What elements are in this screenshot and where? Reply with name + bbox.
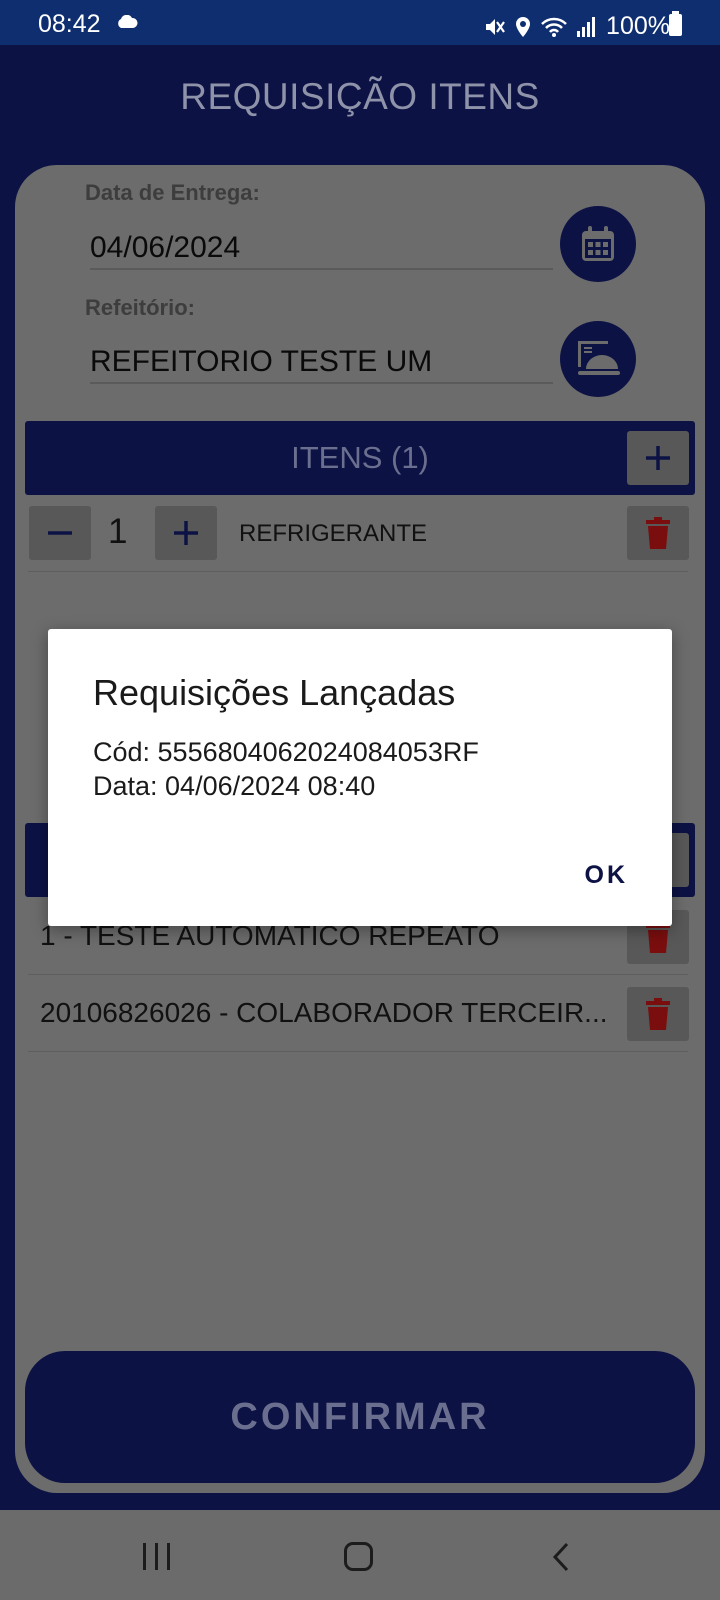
items-header: ITENS (1): [291, 440, 429, 475]
page-title: REQUISIÇÃO ITENS: [180, 76, 540, 117]
row-divider: [28, 1051, 688, 1052]
dialog-code: Cód: 5556804062024084053RF: [93, 737, 479, 767]
navigation-bar: [0, 1510, 720, 1600]
row-divider: [28, 571, 688, 572]
add-item-button[interactable]: [627, 431, 689, 485]
cafeteria-select-button[interactable]: [560, 321, 636, 397]
item-quantity: 1: [108, 512, 128, 551]
delete-item-button[interactable]: [627, 506, 689, 560]
recent-apps-icon[interactable]: [143, 1543, 170, 1570]
result-dialog: Requisições Lançadas Cód: 55568040620240…: [48, 629, 672, 926]
battery-icon: [669, 11, 682, 36]
calendar-button[interactable]: [560, 206, 636, 282]
list-item: 20106826026 - COLABORADOR TERCEIR...: [40, 997, 608, 1028]
mute-icon: [486, 18, 505, 35]
food-tray-icon: [578, 341, 620, 375]
plus-icon: [174, 521, 198, 545]
status-time: 08:42: [38, 10, 101, 38]
location-icon: [516, 16, 531, 37]
home-icon[interactable]: [344, 1542, 373, 1571]
delete-person-button[interactable]: [627, 987, 689, 1041]
cloud-icon: [118, 15, 138, 28]
battery-percent: 100%: [606, 12, 670, 40]
back-icon[interactable]: [551, 1542, 571, 1572]
signal-icon: [577, 16, 596, 37]
dialog-date: Data: 04/06/2024 08:40: [93, 771, 376, 801]
calendar-icon: [582, 226, 614, 261]
dialog-title: Requisições Lançadas: [93, 672, 456, 713]
row-divider: [28, 974, 688, 975]
trash-icon: [646, 998, 670, 1030]
delivery-date-label: Data de Entrega:: [85, 180, 260, 205]
status-bar: 08:42 100%: [0, 0, 720, 45]
cafeteria-field[interactable]: REFEITORIO TESTE UM: [90, 340, 553, 384]
confirm-button[interactable]: CONFIRMAR: [25, 1351, 695, 1483]
cafeteria-label: Refeitório:: [85, 295, 195, 320]
item-name: REFRIGERANTE: [239, 520, 428, 547]
decrease-quantity-button[interactable]: [29, 506, 91, 560]
status-icons: 100%: [484, 12, 670, 41]
wifi-icon: [541, 17, 567, 37]
dialog-ok-button[interactable]: OK: [585, 861, 629, 890]
items-header-bar: ITENS (1): [25, 421, 695, 495]
trash-icon: [646, 517, 670, 549]
delivery-date-field[interactable]: 04/06/2024: [90, 226, 553, 270]
plus-icon: [646, 446, 670, 470]
minus-icon: [48, 531, 72, 535]
increase-quantity-button[interactable]: [155, 506, 217, 560]
